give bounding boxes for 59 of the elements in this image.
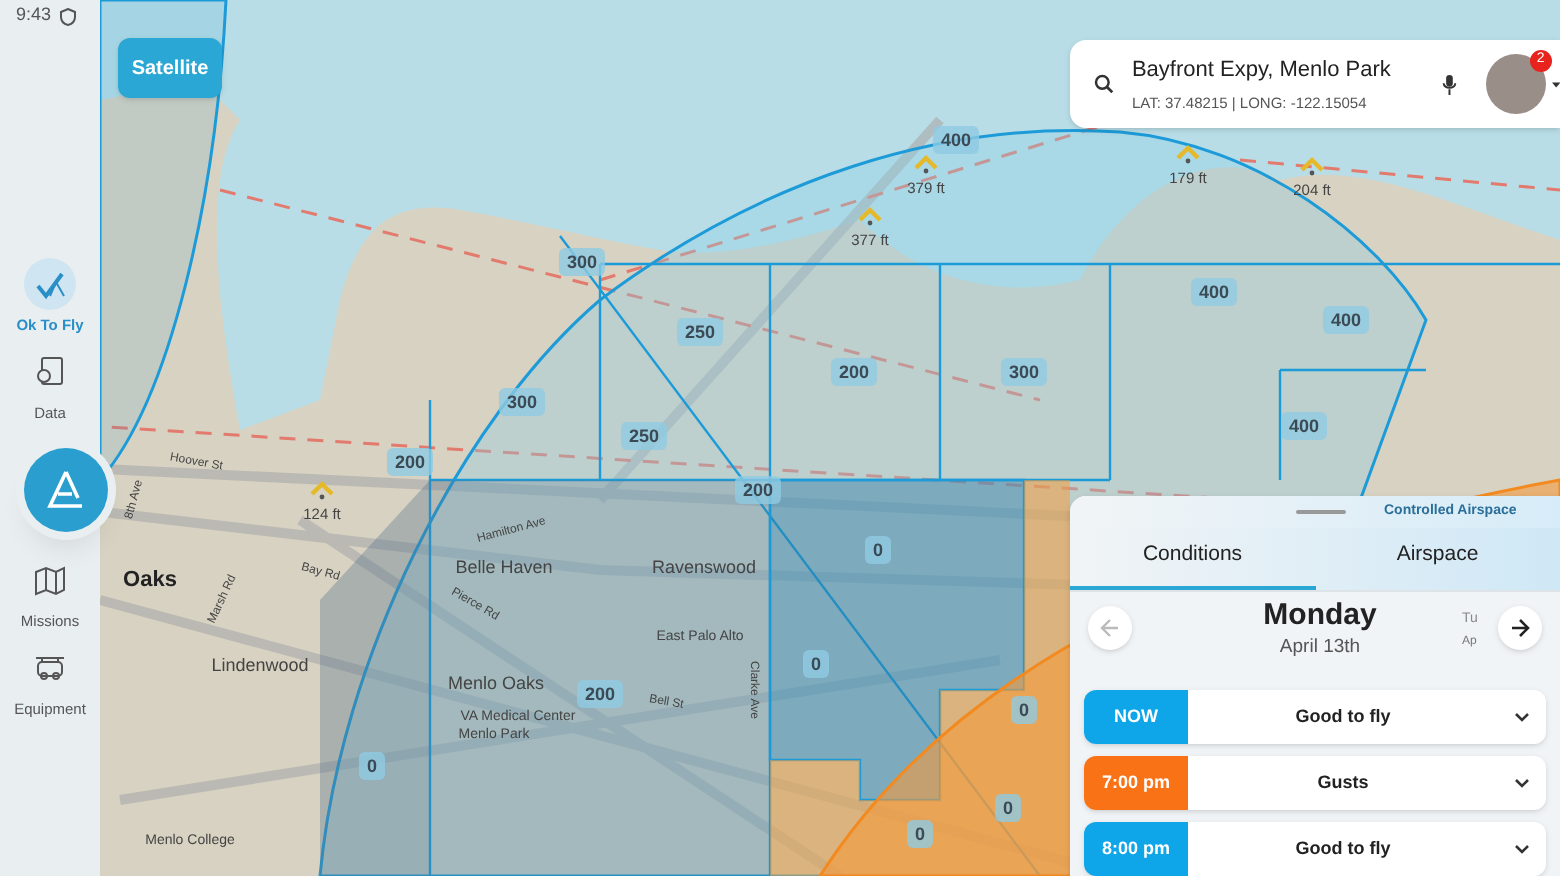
altitude-label: 300 xyxy=(558,248,606,276)
status-time: 9:43 xyxy=(16,2,52,29)
time-label: 7:00 pm xyxy=(1084,756,1188,810)
altitude-label: 400 xyxy=(1190,278,1238,306)
altitude-label: 200 xyxy=(386,448,434,476)
obstacle-icon xyxy=(1300,156,1324,176)
day-date: April 13th xyxy=(1279,633,1361,662)
altitude-label: 400 xyxy=(1280,412,1328,440)
drag-handle[interactable] xyxy=(1296,510,1346,514)
altitude-label: 400 xyxy=(1322,306,1370,334)
place-label: Oaks xyxy=(123,565,177,596)
search-icon[interactable] xyxy=(1094,72,1114,96)
altitude-label: 0 xyxy=(359,752,385,780)
altitude-label: 200 xyxy=(830,358,878,386)
status-text: Good to fly xyxy=(1293,703,1393,730)
altitude-label: 300 xyxy=(1000,358,1048,386)
place-label: Menlo Oaks xyxy=(447,670,545,697)
document-icon xyxy=(32,354,68,391)
logo-button[interactable] xyxy=(24,448,108,532)
tab[interactable]: Airspace xyxy=(1315,527,1560,590)
shield-icon xyxy=(59,7,76,25)
avatar[interactable] xyxy=(1485,54,1546,114)
altitude-label: 200 xyxy=(734,476,782,504)
obstacle-icon xyxy=(914,154,938,174)
place-label: Lindenwood xyxy=(211,652,309,679)
forecast-row[interactable]: NOW Good to fly xyxy=(1084,690,1546,744)
status-text: Gusts xyxy=(1315,769,1371,796)
altitude-label: 250 xyxy=(676,318,724,346)
altitude-label: 0 xyxy=(995,794,1021,822)
obstacle-icon xyxy=(310,480,334,500)
time-label: 8:00 pm xyxy=(1084,822,1188,876)
altitude-label: 0 xyxy=(907,820,933,848)
logo-icon xyxy=(44,468,88,512)
altitude-label: 0 xyxy=(865,536,891,564)
place-label: Belle Haven xyxy=(455,554,553,581)
microphone-icon[interactable] xyxy=(1442,71,1458,97)
altitude-label: 0 xyxy=(1011,696,1037,724)
obstacle-icon xyxy=(858,206,882,226)
altitude-label: 0 xyxy=(803,650,829,678)
chevron-down-icon xyxy=(1514,844,1530,854)
day-title: Monday xyxy=(1263,597,1377,634)
caret-icon[interactable] xyxy=(1551,81,1560,87)
map-icon xyxy=(32,562,68,599)
forecast-row[interactable]: 8:00 pm Good to fly xyxy=(1084,822,1546,876)
altitude-label: 400 xyxy=(932,126,980,154)
altitude-label: 300 xyxy=(498,388,546,416)
arrow-left-icon xyxy=(1100,617,1120,638)
chevron-down-icon xyxy=(1514,712,1530,722)
place-label: Ravenswood xyxy=(651,554,757,581)
chevron-down-icon xyxy=(1514,778,1530,788)
next-day-button[interactable] xyxy=(1498,605,1542,650)
forecast-row[interactable]: 7:00 pm Gusts xyxy=(1084,756,1546,810)
tab[interactable]: Conditions xyxy=(1070,527,1315,590)
time-label: NOW xyxy=(1084,690,1188,744)
status-text: Good to fly xyxy=(1293,835,1393,862)
altitude-label: 200 xyxy=(576,680,624,708)
altitude-label: 250 xyxy=(620,422,668,450)
arrow-right-icon xyxy=(1510,617,1530,638)
obstacle-icon xyxy=(1176,144,1200,164)
